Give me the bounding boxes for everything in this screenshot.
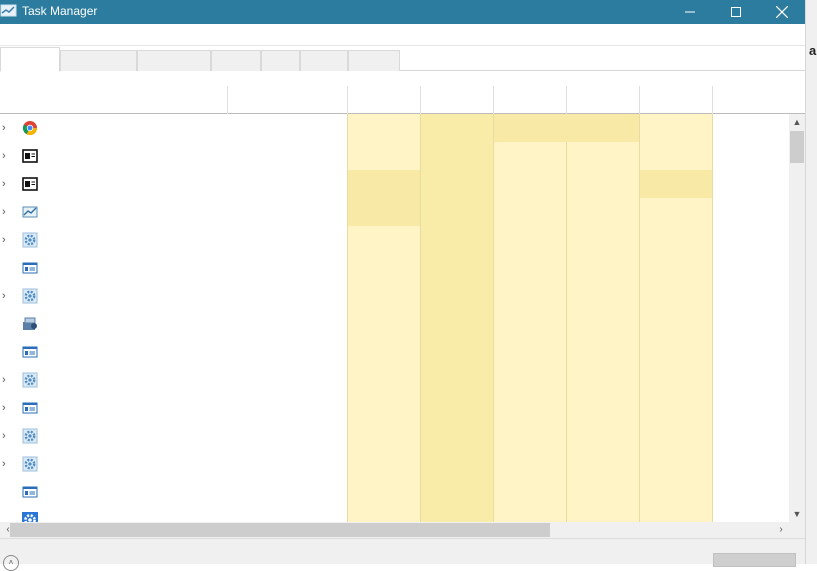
column-header-divider[interactable] [712, 86, 713, 114]
process-row[interactable]: › [0, 198, 347, 226]
horizontal-scroll-thumb[interactable] [10, 523, 550, 537]
network-column [566, 114, 639, 522]
column-header-row [0, 86, 805, 114]
close-button[interactable] [759, 0, 805, 24]
process-window-icon [22, 346, 38, 358]
menu-bar [0, 24, 805, 46]
chevron-right-icon[interactable]: › [2, 121, 12, 135]
chrome-icon [22, 121, 38, 136]
memory-column [420, 114, 493, 522]
process-row[interactable]: › [0, 366, 347, 394]
horizontal-scrollbar[interactable]: ‹ › [0, 522, 789, 538]
tab-services[interactable] [348, 50, 400, 71]
tab-app-history[interactable] [137, 50, 211, 71]
process-row[interactable]: › [0, 394, 347, 422]
tab-details[interactable] [300, 50, 348, 71]
scroll-down-icon[interactable]: ▼ [789, 506, 805, 522]
scroll-corner [789, 522, 805, 538]
status-footer: ˄ [0, 538, 805, 571]
heat-cell [494, 114, 639, 142]
end-task-button[interactable] [713, 553, 796, 567]
process-window-icon [22, 402, 38, 414]
service-gear-icon [22, 232, 38, 248]
background-window-letter: a [809, 43, 817, 58]
tab-performance[interactable] [60, 50, 137, 71]
process-list[interactable]: › › › › › › › › › › [0, 114, 789, 522]
column-header-divider[interactable] [639, 86, 640, 114]
tab-users[interactable] [261, 50, 300, 71]
process-row[interactable] [0, 338, 347, 366]
vertical-scroll-thumb[interactable] [790, 131, 804, 163]
process-row[interactable]: › [0, 170, 347, 198]
process-row[interactable]: › [0, 282, 347, 310]
chevron-right-icon[interactable]: › [2, 289, 12, 303]
service-gear-icon [22, 456, 38, 472]
service-gear-icon [22, 288, 38, 304]
chevron-right-icon[interactable]: › [2, 401, 12, 415]
process-row[interactable] [0, 310, 347, 338]
process-row[interactable]: › [0, 114, 347, 142]
process-row[interactable]: › [0, 142, 347, 170]
process-window-icon [22, 486, 38, 498]
chevron-right-icon[interactable]: › [2, 205, 12, 219]
process-row[interactable]: › [0, 450, 347, 478]
chevron-right-icon[interactable]: › [2, 429, 12, 443]
column-header-divider[interactable] [227, 86, 228, 114]
process-row[interactable] [0, 254, 347, 282]
window-title: Task Manager [22, 4, 98, 18]
process-window-icon [22, 262, 38, 274]
maximize-button[interactable] [713, 0, 759, 24]
fewer-details-icon[interactable]: ˄ [3, 555, 19, 571]
scroll-up-icon[interactable]: ▲ [789, 114, 805, 130]
background-window-edge: a [805, 0, 817, 564]
column-header-divider[interactable] [566, 86, 567, 114]
title-bar[interactable]: Task Manager [0, 0, 805, 24]
column-header-divider[interactable] [347, 86, 348, 114]
scroll-right-icon[interactable]: › [773, 522, 789, 538]
process-row[interactable] [0, 478, 347, 506]
gear-icon [22, 512, 38, 522]
heat-cell [640, 170, 712, 198]
chevron-right-icon[interactable]: › [2, 149, 12, 163]
chevron-right-icon[interactable]: › [2, 373, 12, 387]
process-row[interactable] [0, 506, 347, 522]
process-row[interactable]: › [0, 226, 347, 254]
chevron-right-icon[interactable]: › [2, 177, 12, 191]
chevron-right-icon[interactable]: › [2, 233, 12, 247]
vertical-scrollbar[interactable]: ▲ ▼ [789, 114, 805, 522]
column-header-divider[interactable] [420, 86, 421, 114]
chevron-right-icon[interactable]: › [2, 457, 12, 471]
service-gear-icon [22, 372, 38, 388]
minimize-button[interactable] [667, 0, 713, 24]
performance-monitor-icon [22, 206, 38, 218]
tab-processes[interactable] [0, 47, 60, 72]
maximize-icon [731, 7, 741, 17]
service-gear-icon [22, 428, 38, 444]
app-window-icon [22, 177, 38, 191]
column-header-divider[interactable] [493, 86, 494, 114]
task-manager-icon [0, 4, 17, 17]
heat-cell [348, 170, 420, 226]
process-row[interactable]: › [0, 422, 347, 450]
minimize-icon [685, 11, 695, 13]
tab-startup[interactable] [211, 50, 261, 71]
close-icon [776, 6, 788, 18]
media-tool-icon [23, 317, 37, 330]
disk-column [493, 114, 566, 522]
app-window-icon [22, 149, 38, 163]
tab-strip [0, 47, 805, 72]
